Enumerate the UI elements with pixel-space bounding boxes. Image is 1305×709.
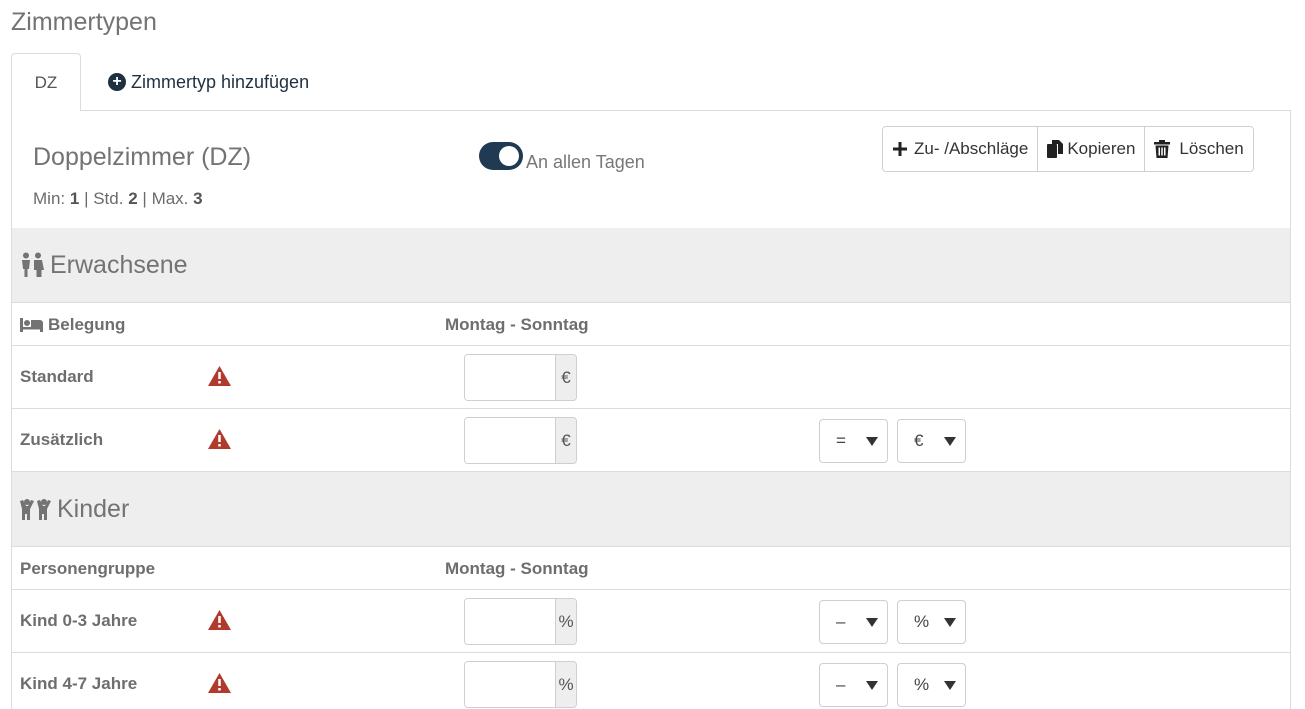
children-heading: Kinder bbox=[57, 494, 130, 523]
row-label: Kind 4-7 Jahre bbox=[20, 674, 138, 693]
children-icon bbox=[20, 498, 51, 520]
all-days-toggle[interactable] bbox=[479, 141, 523, 170]
percent-input[interactable] bbox=[465, 599, 555, 644]
bed-icon bbox=[20, 318, 43, 332]
copy-icon bbox=[1047, 140, 1064, 158]
page-title: Zimmertypen bbox=[11, 8, 157, 36]
trash-icon bbox=[1154, 140, 1171, 158]
row-label: Standard bbox=[20, 367, 94, 386]
operator-select[interactable]: – bbox=[819, 663, 888, 707]
operator-select[interactable]: = bbox=[819, 419, 888, 463]
price-input-group: € bbox=[464, 417, 577, 464]
max-value: 3 bbox=[193, 189, 203, 208]
person-group-column-header: Personengruppe bbox=[20, 559, 156, 578]
currency-addon: € bbox=[555, 355, 576, 400]
adults-days-column-header: Montag - Sonntag bbox=[445, 315, 589, 334]
mode-value: € bbox=[914, 431, 924, 450]
all-days-toggle-wrap: An allen Tagen bbox=[479, 138, 645, 173]
mode-value: % bbox=[914, 612, 930, 631]
occupancy-column-header: Belegung bbox=[20, 315, 125, 335]
adults-section-header: Erwachsene bbox=[12, 228, 1290, 303]
copy-button[interactable]: Kopieren bbox=[1038, 127, 1146, 171]
warning-icon bbox=[208, 366, 231, 391]
table-row: Standard € bbox=[12, 346, 1290, 409]
caret-down-icon bbox=[866, 618, 878, 627]
caret-down-icon bbox=[944, 681, 956, 690]
std-value: 2 bbox=[128, 189, 138, 208]
room-type-tabs: DZ + Zimmertyp hinzufügen bbox=[11, 53, 1291, 111]
row-label: Zusätzlich bbox=[20, 430, 104, 449]
table-row: Kind 0-3 Jahre % – % bbox=[12, 590, 1290, 653]
separator: | bbox=[142, 189, 147, 208]
surcharge-button[interactable]: Zu- /Abschläge bbox=[883, 127, 1039, 171]
min-label: Min: bbox=[33, 189, 66, 208]
children-column-header-row: Personengruppe Montag - Sonntag bbox=[12, 547, 1290, 590]
warning-icon bbox=[208, 673, 231, 698]
currency-addon: € bbox=[555, 418, 576, 463]
adults-icon bbox=[20, 252, 44, 278]
warning-icon bbox=[208, 429, 231, 454]
children-days-column-header: Montag - Sonntag bbox=[445, 559, 589, 578]
caret-down-icon bbox=[866, 681, 878, 690]
std-label: Std. bbox=[93, 189, 124, 208]
room-occupancy-meta: Min: 1 | Std. 2 | Max. 3 bbox=[33, 189, 203, 209]
price-input[interactable] bbox=[465, 355, 555, 400]
caret-down-icon bbox=[866, 437, 878, 446]
min-value: 1 bbox=[69, 189, 80, 208]
room-title: Doppelzimmer (DZ) bbox=[33, 143, 252, 171]
surcharge-label: Zu- /Abschläge bbox=[914, 139, 1029, 158]
mode-select[interactable]: € bbox=[897, 419, 966, 463]
children-section-header: Kinder bbox=[12, 472, 1290, 547]
add-room-type-label: Zimmertyp hinzufügen bbox=[131, 71, 310, 92]
percent-addon: % bbox=[555, 599, 576, 644]
room-actions: Zu- /Abschläge Kopieren Löschen bbox=[882, 126, 1254, 172]
operator-value: = bbox=[836, 431, 846, 450]
price-input[interactable] bbox=[465, 418, 555, 463]
row-label: Kind 0-3 Jahre bbox=[20, 611, 138, 630]
warning-icon bbox=[208, 610, 231, 635]
plus-circle-icon: + bbox=[108, 73, 126, 91]
all-days-label: An allen Tagen bbox=[526, 152, 645, 172]
add-room-type-tab[interactable]: + Zimmertyp hinzufügen bbox=[108, 53, 309, 111]
copy-label: Kopieren bbox=[1067, 139, 1136, 158]
mode-select[interactable]: % bbox=[897, 663, 966, 707]
operator-select[interactable]: – bbox=[819, 600, 888, 644]
price-input-group: € bbox=[464, 354, 577, 401]
mode-value: % bbox=[914, 675, 930, 694]
max-label: Max. bbox=[151, 189, 189, 208]
mode-select[interactable]: % bbox=[897, 600, 966, 644]
adults-column-header-row: Belegung Montag - Sonntag bbox=[12, 303, 1290, 346]
separator: | bbox=[84, 189, 89, 208]
percent-addon: % bbox=[555, 662, 576, 707]
caret-down-icon bbox=[944, 618, 956, 627]
percent-input[interactable] bbox=[465, 662, 555, 707]
adults-heading: Erwachsene bbox=[50, 250, 188, 279]
room-type-panel: Doppelzimmer (DZ) Min: 1 | Std. 2 | Max.… bbox=[11, 110, 1291, 709]
table-row: Kind 4-7 Jahre % – % bbox=[12, 653, 1290, 709]
plus-icon bbox=[892, 141, 908, 157]
price-input-group: % bbox=[464, 598, 577, 645]
delete-button[interactable]: Löschen bbox=[1145, 127, 1253, 171]
operator-value: – bbox=[836, 612, 846, 631]
table-row: Zusätzlich € = € bbox=[12, 409, 1290, 472]
tab-dz[interactable]: DZ bbox=[11, 53, 81, 111]
operator-value: – bbox=[836, 675, 846, 694]
caret-down-icon bbox=[944, 437, 956, 446]
price-input-group: % bbox=[464, 661, 577, 708]
delete-label: Löschen bbox=[1179, 139, 1244, 158]
occupancy-label: Belegung bbox=[48, 315, 126, 334]
